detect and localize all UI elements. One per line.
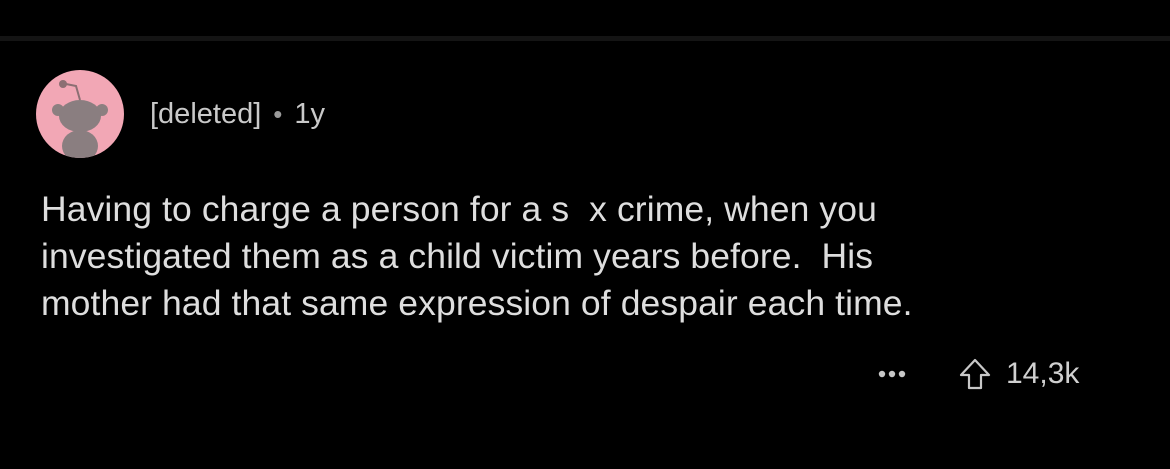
snoo-avatar-icon[interactable] [36, 70, 124, 158]
upvote-arrow-icon [959, 358, 991, 390]
more-options-icon [878, 370, 906, 378]
upvote-count: 14,3k [1006, 357, 1080, 390]
upvote-button[interactable]: 14,3k [958, 357, 1079, 391]
author-name[interactable]: [deleted] [150, 98, 261, 131]
comment-age: 1y [294, 97, 326, 130]
comment-actions: 14,3k [870, 352, 1079, 396]
comment-header: [deleted] • 1y [36, 70, 325, 158]
comment-meta: [deleted] • 1y [150, 98, 325, 131]
meta-separator: • [273, 98, 283, 129]
comment: [deleted] • 1y Having to charge a person… [0, 0, 1170, 469]
more-options-button[interactable] [870, 352, 914, 396]
comment-body: Having to charge a person for a s x crim… [41, 189, 913, 323]
